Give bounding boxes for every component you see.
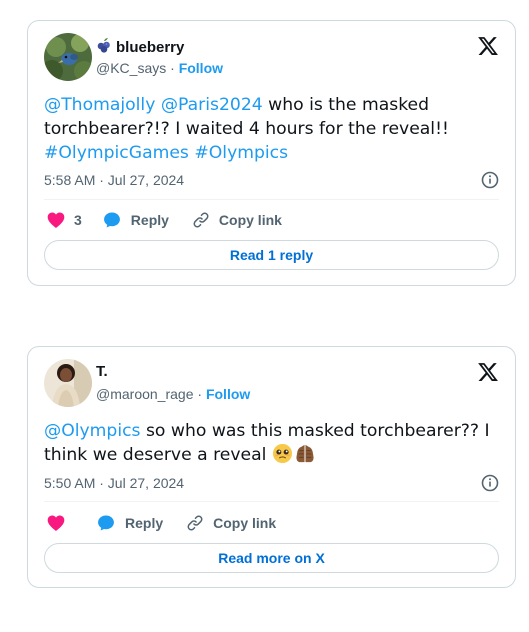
info-icon[interactable]	[481, 171, 499, 189]
link-icon	[192, 211, 210, 229]
folded-hands-icon	[293, 443, 317, 471]
avatar[interactable]	[44, 33, 92, 81]
mention-link[interactable]: @Thomajolly	[44, 95, 155, 115]
reply-bubble-icon	[102, 210, 122, 230]
reply-button[interactable]: Reply	[102, 210, 169, 230]
divider	[44, 199, 499, 200]
avatar-image	[44, 359, 92, 407]
display-name[interactable]: blueberry	[116, 39, 184, 56]
divider	[44, 501, 499, 502]
timestamp[interactable]: 5:58 AM · Jul 27, 2024	[44, 172, 184, 188]
info-icon[interactable]	[481, 474, 499, 492]
follow-button[interactable]: Follow	[206, 386, 250, 402]
reply-bubble-icon	[96, 513, 116, 533]
copy-link-button[interactable]: Copy link	[186, 514, 276, 532]
handle[interactable]: @KC_says	[96, 60, 166, 76]
heart-icon	[46, 513, 66, 533]
heart-icon	[46, 210, 66, 230]
timestamp[interactable]: 5:50 AM · Jul 27, 2024	[44, 475, 184, 491]
mention-link[interactable]: @Olympics	[44, 421, 141, 441]
tweet-card[interactable]: blueberry @KC_says · Follow @Thomajolly …	[27, 20, 516, 286]
like-button[interactable]	[46, 513, 66, 533]
display-name[interactable]: T.	[96, 363, 108, 380]
copy-link-button[interactable]: Copy link	[192, 211, 282, 229]
mention-link[interactable]: @Paris2024	[161, 95, 263, 115]
tweet-text: @Olympics so who was this masked torchbe…	[44, 419, 496, 471]
tweet-card[interactable]: T. @maroon_rage · Follow @Olympics so wh…	[27, 346, 516, 588]
copy-link-label: Copy link	[218, 212, 282, 228]
reply-button[interactable]: Reply	[96, 513, 163, 533]
like-count: 3	[74, 212, 82, 228]
read-replies-button[interactable]: Read 1 reply	[44, 240, 499, 270]
reply-label: Reply	[130, 212, 169, 228]
x-logo-icon[interactable]	[477, 35, 499, 57]
separator: ·	[170, 60, 179, 76]
action-bar: 3 Reply Copy link	[46, 210, 282, 230]
copy-link-label: Copy link	[213, 515, 277, 531]
hashtag-link[interactable]: #Olympics	[194, 143, 288, 163]
handle[interactable]: @maroon_rage	[96, 386, 194, 402]
avatar[interactable]	[44, 359, 92, 407]
follow-button[interactable]: Follow	[179, 60, 223, 76]
action-bar: Reply Copy link	[46, 513, 276, 533]
hashtag-link[interactable]: #OlympicGames	[44, 143, 189, 163]
pleading-face-icon	[272, 443, 293, 471]
like-button[interactable]: 3	[46, 210, 82, 230]
separator: ·	[197, 386, 206, 402]
blueberries-icon	[96, 37, 112, 57]
read-more-button[interactable]: Read more on X	[44, 543, 499, 573]
avatar-image	[44, 33, 92, 81]
tweet-text: @Thomajolly @Paris2024 who is the masked…	[44, 93, 496, 165]
x-logo-icon[interactable]	[477, 361, 499, 383]
reply-label: Reply	[125, 515, 164, 531]
link-icon	[186, 514, 204, 532]
